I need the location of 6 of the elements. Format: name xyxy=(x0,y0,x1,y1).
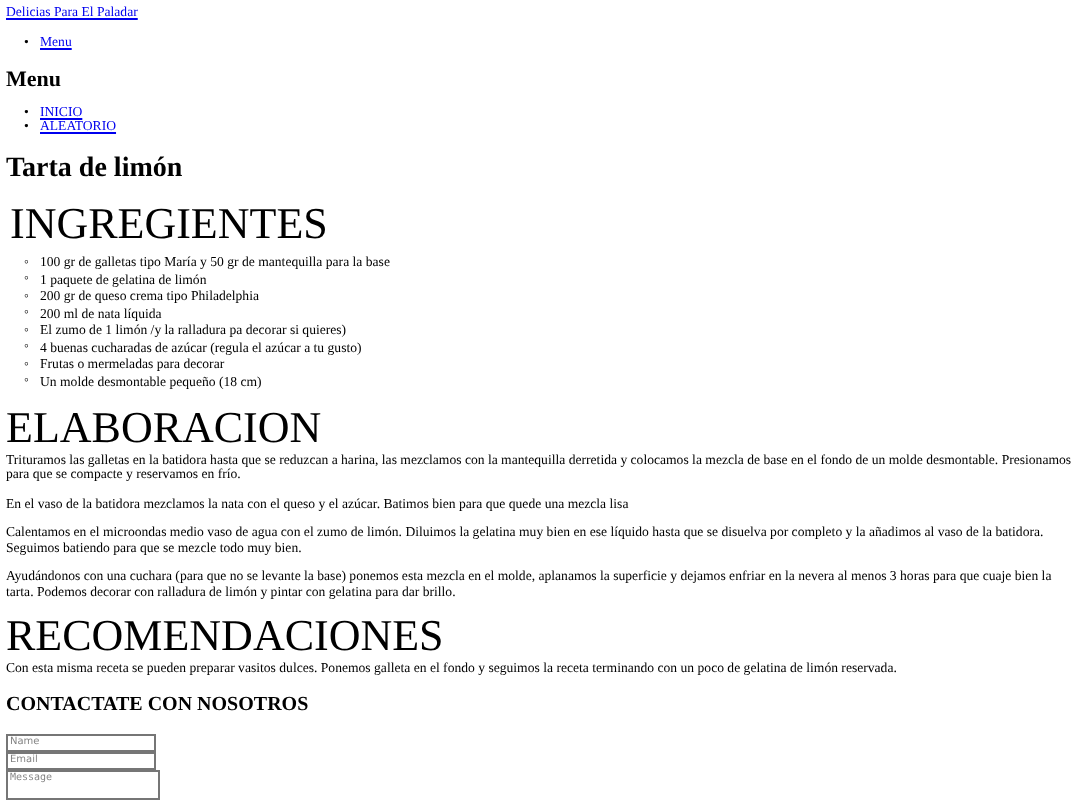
menu-heading: Menu xyxy=(6,67,63,91)
page-title: Tarta de limón xyxy=(6,153,185,185)
section-heading: INGREGIENTES xyxy=(8,199,330,247)
section-heading: RECOMENDACIONES xyxy=(6,612,446,660)
contact-heading: CONTACTATE CON NOSOTROS xyxy=(6,693,311,717)
section-heading: ELABORACION xyxy=(6,403,324,451)
